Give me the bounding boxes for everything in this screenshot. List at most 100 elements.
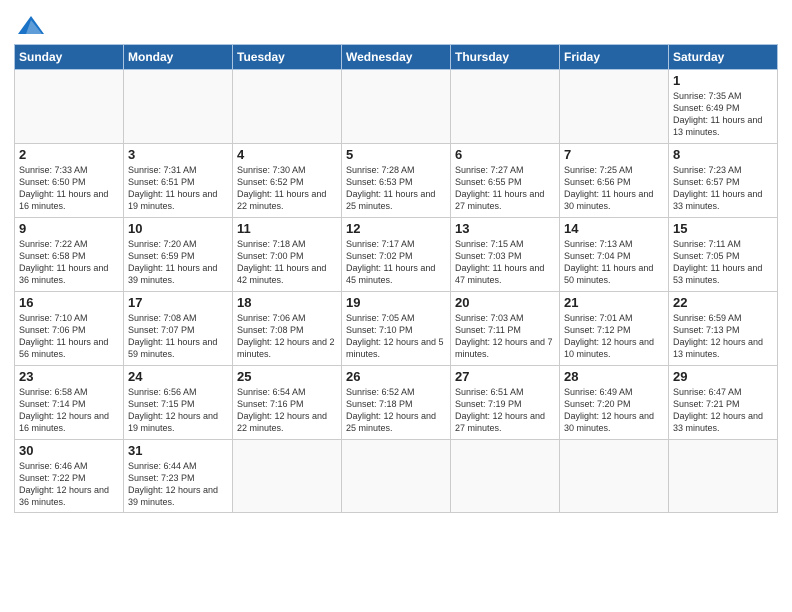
day-info: Sunrise: 6:59 AM Sunset: 7:13 PM Dayligh…: [673, 312, 773, 361]
day-info: Sunrise: 7:20 AM Sunset: 6:59 PM Dayligh…: [128, 238, 228, 287]
day-number: 23: [19, 369, 119, 384]
day-number: 3: [128, 147, 228, 162]
calendar-week-row: 2 Sunrise: 7:33 AM Sunset: 6:50 PM Daylig…: [15, 144, 778, 218]
day-number: 28: [564, 369, 664, 384]
calendar-cell: 14 Sunrise: 7:13 AM Sunset: 7:04 PM Dayli…: [560, 218, 669, 292]
day-number: 27: [455, 369, 555, 384]
day-number: 30: [19, 443, 119, 458]
calendar-week-row: 16Sunrise: 7:10 AM Sunset: 7:06 PM Dayli…: [15, 292, 778, 366]
weekday-header-tuesday: Tuesday: [233, 45, 342, 70]
day-info: Sunrise: 7:13 AM Sunset: 7:04 PM Dayligh…: [564, 238, 664, 287]
day-number: 18: [237, 295, 337, 310]
day-number: 20: [455, 295, 555, 310]
day-number: 31: [128, 443, 228, 458]
calendar-week-row: 1Sunrise: 7:35 AM Sunset: 6:49 PM Daylig…: [15, 70, 778, 144]
calendar-cell: 15 Sunrise: 7:11 AM Sunset: 7:05 PM Dayli…: [669, 218, 778, 292]
calendar-cell: [560, 70, 669, 144]
day-info: Sunrise: 7:27 AM Sunset: 6:55 PM Dayligh…: [455, 164, 555, 213]
calendar-cell: 29Sunrise: 6:47 AM Sunset: 7:21 PM Dayli…: [669, 366, 778, 440]
calendar-cell: 30 Sunrise: 6:46 AM Sunset: 7:22 PM Dayli…: [15, 440, 124, 513]
logo-icon: [16, 14, 46, 38]
day-info: Sunrise: 7:31 AM Sunset: 6:51 PM Dayligh…: [128, 164, 228, 213]
day-number: 16: [19, 295, 119, 310]
day-info: Sunrise: 7:15 AM Sunset: 7:03 PM Dayligh…: [455, 238, 555, 287]
weekday-header-saturday: Saturday: [669, 45, 778, 70]
calendar-cell: 25 Sunrise: 6:54 AM Sunset: 7:16 PM Dayli…: [233, 366, 342, 440]
day-info: Sunrise: 6:44 AM Sunset: 7:23 PM Dayligh…: [128, 460, 228, 509]
day-info: Sunrise: 7:11 AM Sunset: 7:05 PM Dayligh…: [673, 238, 773, 287]
calendar-table: SundayMondayTuesdayWednesdayThursdayFrid…: [14, 44, 778, 513]
day-number: 12: [346, 221, 446, 236]
calendar-cell: 19 Sunrise: 7:05 AM Sunset: 7:10 PM Dayli…: [342, 292, 451, 366]
calendar-cell: 4Sunrise: 7:30 AM Sunset: 6:52 PM Daylig…: [233, 144, 342, 218]
day-number: 15: [673, 221, 773, 236]
page: SundayMondayTuesdayWednesdayThursdayFrid…: [0, 0, 792, 612]
day-info: Sunrise: 7:30 AM Sunset: 6:52 PM Dayligh…: [237, 164, 337, 213]
calendar-cell: 3 Sunrise: 7:31 AM Sunset: 6:51 PM Daylig…: [124, 144, 233, 218]
day-info: Sunrise: 6:51 AM Sunset: 7:19 PM Dayligh…: [455, 386, 555, 435]
day-number: 7: [564, 147, 664, 162]
calendar-cell: [560, 440, 669, 513]
day-info: Sunrise: 6:58 AM Sunset: 7:14 PM Dayligh…: [19, 386, 119, 435]
day-number: 10: [128, 221, 228, 236]
day-number: 19: [346, 295, 446, 310]
day-number: 9: [19, 221, 119, 236]
day-number: 8: [673, 147, 773, 162]
calendar-cell: [342, 440, 451, 513]
calendar-cell: 2 Sunrise: 7:33 AM Sunset: 6:50 PM Daylig…: [15, 144, 124, 218]
weekday-header-sunday: Sunday: [15, 45, 124, 70]
day-info: Sunrise: 7:28 AM Sunset: 6:53 PM Dayligh…: [346, 164, 446, 213]
day-info: Sunrise: 6:49 AM Sunset: 7:20 PM Dayligh…: [564, 386, 664, 435]
calendar-cell: 12Sunrise: 7:17 AM Sunset: 7:02 PM Dayli…: [342, 218, 451, 292]
calendar-cell: [124, 70, 233, 144]
day-number: 26: [346, 369, 446, 384]
day-info: Sunrise: 7:18 AM Sunset: 7:00 PM Dayligh…: [237, 238, 337, 287]
day-info: Sunrise: 7:06 AM Sunset: 7:08 PM Dayligh…: [237, 312, 337, 361]
day-info: Sunrise: 7:01 AM Sunset: 7:12 PM Dayligh…: [564, 312, 664, 361]
day-info: Sunrise: 6:47 AM Sunset: 7:21 PM Dayligh…: [673, 386, 773, 435]
weekday-header-wednesday: Wednesday: [342, 45, 451, 70]
calendar-cell: 21Sunrise: 7:01 AM Sunset: 7:12 PM Dayli…: [560, 292, 669, 366]
day-info: Sunrise: 7:25 AM Sunset: 6:56 PM Dayligh…: [564, 164, 664, 213]
calendar-cell: 18 Sunrise: 7:06 AM Sunset: 7:08 PM Dayli…: [233, 292, 342, 366]
day-info: Sunrise: 6:46 AM Sunset: 7:22 PM Dayligh…: [19, 460, 119, 509]
day-info: Sunrise: 7:22 AM Sunset: 6:58 PM Dayligh…: [19, 238, 119, 287]
calendar-cell: 7 Sunrise: 7:25 AM Sunset: 6:56 PM Daylig…: [560, 144, 669, 218]
calendar-cell: [451, 70, 560, 144]
calendar-cell: 10 Sunrise: 7:20 AM Sunset: 6:59 PM Dayli…: [124, 218, 233, 292]
day-number: 22: [673, 295, 773, 310]
weekday-header-row: SundayMondayTuesdayWednesdayThursdayFrid…: [15, 45, 778, 70]
day-info: Sunrise: 7:35 AM Sunset: 6:49 PM Dayligh…: [673, 90, 773, 139]
day-info: Sunrise: 6:54 AM Sunset: 7:16 PM Dayligh…: [237, 386, 337, 435]
day-number: 13: [455, 221, 555, 236]
day-info: Sunrise: 7:33 AM Sunset: 6:50 PM Dayligh…: [19, 164, 119, 213]
calendar-week-row: 30 Sunrise: 6:46 AM Sunset: 7:22 PM Dayli…: [15, 440, 778, 513]
calendar-cell: [451, 440, 560, 513]
calendar-cell: 8Sunrise: 7:23 AM Sunset: 6:57 PM Daylig…: [669, 144, 778, 218]
day-number: 24: [128, 369, 228, 384]
weekday-header-friday: Friday: [560, 45, 669, 70]
day-number: 14: [564, 221, 664, 236]
day-info: Sunrise: 7:05 AM Sunset: 7:10 PM Dayligh…: [346, 312, 446, 361]
calendar-cell: [233, 440, 342, 513]
day-number: 11: [237, 221, 337, 236]
day-number: 25: [237, 369, 337, 384]
calendar-cell: 28 Sunrise: 6:49 AM Sunset: 7:20 PM Dayli…: [560, 366, 669, 440]
day-info: Sunrise: 6:52 AM Sunset: 7:18 PM Dayligh…: [346, 386, 446, 435]
calendar-cell: 26 Sunrise: 6:52 AM Sunset: 7:18 PM Dayli…: [342, 366, 451, 440]
calendar-cell: [233, 70, 342, 144]
logo-area: [14, 14, 50, 38]
day-info: Sunrise: 7:08 AM Sunset: 7:07 PM Dayligh…: [128, 312, 228, 361]
day-number: 6: [455, 147, 555, 162]
calendar-cell: [342, 70, 451, 144]
calendar-cell: 6 Sunrise: 7:27 AM Sunset: 6:55 PM Daylig…: [451, 144, 560, 218]
day-number: 17: [128, 295, 228, 310]
calendar-cell: 13 Sunrise: 7:15 AM Sunset: 7:03 PM Dayli…: [451, 218, 560, 292]
calendar-cell: [15, 70, 124, 144]
day-number: 2: [19, 147, 119, 162]
day-info: Sunrise: 7:03 AM Sunset: 7:11 PM Dayligh…: [455, 312, 555, 361]
header: [14, 10, 778, 38]
calendar-cell: [669, 440, 778, 513]
calendar-cell: 5Sunrise: 7:28 AM Sunset: 6:53 PM Daylig…: [342, 144, 451, 218]
calendar-cell: 31 Sunrise: 6:44 AM Sunset: 7:23 PM Dayli…: [124, 440, 233, 513]
